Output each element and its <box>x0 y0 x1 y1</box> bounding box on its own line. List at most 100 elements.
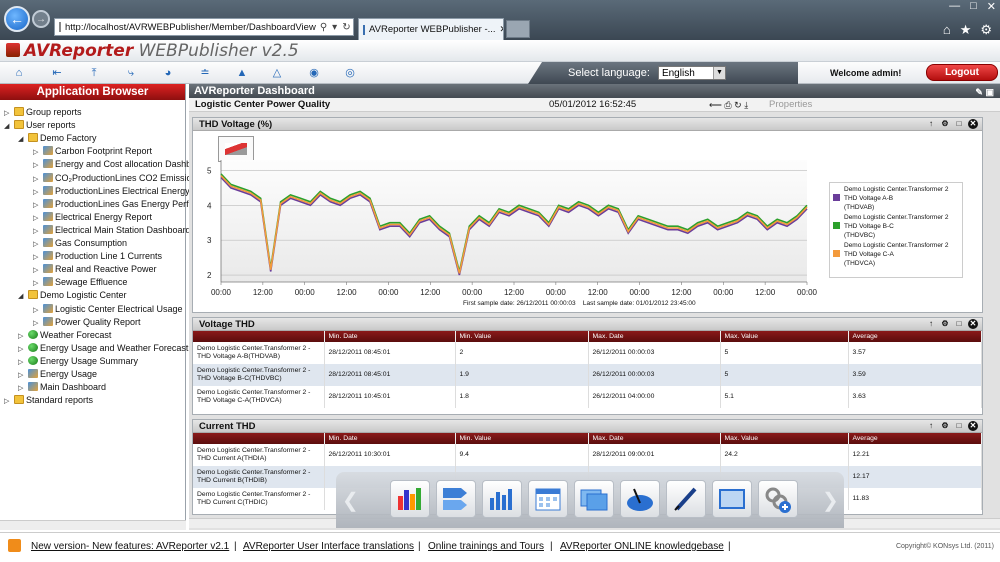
back-arrow-icon[interactable]: ⟵ <box>709 100 722 110</box>
save-icon[interactable]: ▣ <box>985 87 994 97</box>
column-header[interactable]: Max. Date <box>588 331 721 342</box>
expand-arrow-icon[interactable]: ▷ <box>33 317 43 329</box>
footer-link-new-version[interactable]: New version- New features: AVReporter v2… <box>31 541 229 552</box>
up-icon[interactable]: ↑ <box>926 319 936 329</box>
dropdown-icon[interactable]: ▾ <box>332 22 337 33</box>
edit-icon[interactable]: ✎ <box>975 87 983 97</box>
refresh-icon[interactable]: ↻ <box>342 22 350 33</box>
expand-arrow-icon[interactable]: ▷ <box>18 369 28 381</box>
expand-arrow-icon[interactable]: ▷ <box>33 173 43 185</box>
pie-chart-icon[interactable]: ◕ <box>161 66 175 80</box>
link-icon[interactable]: ⤷ <box>124 66 138 80</box>
globe-icon[interactable]: ◎ <box>343 66 357 80</box>
gear-icon[interactable]: ⚙ <box>980 22 992 38</box>
maximize-icon[interactable]: □ <box>970 0 977 13</box>
collapse-arrow-icon[interactable]: ◢ <box>18 290 28 302</box>
settings-icon[interactable]: ⚙ <box>940 421 950 431</box>
column-header[interactable]: Min. Value <box>455 331 589 342</box>
sidebar-item[interactable]: ◢ Demo Factory <box>18 132 204 145</box>
sidebar-item[interactable]: ▷ Main Dashboard <box>18 381 204 394</box>
expand-arrow-icon[interactable]: ▷ <box>18 382 28 394</box>
add-link-widget-icon[interactable] <box>758 480 798 518</box>
download-icon[interactable]: ⤓ <box>744 100 748 110</box>
image-widget-icon[interactable] <box>574 480 614 518</box>
pen-widget-icon[interactable] <box>666 480 706 518</box>
column-header[interactable] <box>193 331 325 342</box>
network-icon[interactable]: △ <box>270 66 284 80</box>
footer-link-knowledgebase[interactable]: AVReporter ONLINE knowledgebase <box>560 541 724 552</box>
home-icon[interactable]: ⌂ <box>12 66 26 80</box>
settings-icon[interactable]: ⚙ <box>940 319 950 329</box>
collapse-arrow-icon[interactable]: ◢ <box>18 133 28 145</box>
expand-arrow-icon[interactable]: ▷ <box>33 159 43 171</box>
logout-button[interactable]: Logout <box>926 64 998 81</box>
sidebar-scrollbar[interactable] <box>0 520 186 530</box>
expand-arrow-icon[interactable]: ▷ <box>4 107 14 119</box>
calibrate-icon[interactable]: ≐ <box>198 66 212 80</box>
sidebar-item[interactable]: ▷ Energy Usage and Weather Forecast <box>18 342 204 355</box>
column-header[interactable]: Average <box>848 433 982 444</box>
properties-button[interactable]: Properties <box>769 98 812 112</box>
expand-arrow-icon[interactable]: ▷ <box>33 146 43 158</box>
close-window-icon[interactable]: ✕ <box>987 0 996 13</box>
layers-widget-icon[interactable] <box>436 480 476 518</box>
column-header[interactable]: Min. Date <box>324 331 456 342</box>
address-bar[interactable]: http://localhost/AVRWEBPublisher/Member/… <box>54 18 354 36</box>
equalizer-widget-icon[interactable] <box>482 480 522 518</box>
dock-prev-arrow-icon[interactable]: ❮ <box>342 488 359 513</box>
expand-arrow-icon[interactable]: ▷ <box>33 199 43 211</box>
rss-icon[interactable] <box>8 539 21 552</box>
column-header[interactable]: Max. Date <box>588 433 721 444</box>
close-icon[interactable]: ✕ <box>968 319 978 329</box>
calendar-widget-icon[interactable] <box>528 480 568 518</box>
sidebar-item[interactable]: ▷ Energy Usage <box>18 368 204 381</box>
up-icon[interactable]: ↑ <box>926 421 936 431</box>
column-header[interactable]: Min. Value <box>455 433 589 444</box>
close-icon[interactable]: ✕ <box>968 119 978 129</box>
dock-next-arrow-icon[interactable]: ❯ <box>822 488 839 513</box>
sidebar-item[interactable]: ▷ Weather Forecast <box>18 329 204 342</box>
refresh-icon[interactable]: ↻ <box>734 100 742 110</box>
close-icon[interactable]: ✕ <box>968 421 978 431</box>
new-tab-button[interactable] <box>506 20 530 38</box>
expand-arrow-icon[interactable]: ▷ <box>18 356 28 368</box>
column-header[interactable] <box>193 433 325 444</box>
home-icon[interactable]: ⌂ <box>943 22 951 38</box>
sidebar-item[interactable]: ▷ Standard reports <box>4 394 190 407</box>
sidebar-item[interactable]: ▷ Group reports <box>4 106 190 119</box>
window-widget-icon[interactable] <box>712 480 752 518</box>
favorites-star-icon[interactable]: ★ <box>960 22 972 38</box>
gauge-widget-icon[interactable] <box>620 480 660 518</box>
expand-arrow-icon[interactable]: ▷ <box>4 395 14 407</box>
browser-tab[interactable]: AVReporter WEBPublisher -... ✕ <box>358 18 504 40</box>
expand-arrow-icon[interactable]: ▷ <box>33 238 43 250</box>
expand-arrow-icon[interactable]: ▷ <box>33 264 43 276</box>
import-icon[interactable]: ⇤ <box>50 66 64 80</box>
footer-link-trainings[interactable]: Online trainings and Tours <box>428 541 544 552</box>
column-header[interactable]: Max. Value <box>720 433 849 444</box>
minimize-icon[interactable]: — <box>949 0 960 13</box>
maximize-icon[interactable]: □ <box>954 319 964 329</box>
expand-arrow-icon[interactable]: ▷ <box>33 304 43 316</box>
search-icon[interactable]: ⚲ <box>320 22 327 33</box>
expand-arrow-icon[interactable]: ▷ <box>33 225 43 237</box>
forward-button[interactable]: → <box>32 10 50 28</box>
column-header[interactable]: Average <box>848 331 982 342</box>
expand-arrow-icon[interactable]: ▷ <box>18 330 28 342</box>
sidebar-item[interactable]: ◢ User reports <box>4 119 190 132</box>
maximize-icon[interactable]: □ <box>954 119 964 129</box>
expand-arrow-icon[interactable]: ▷ <box>18 343 28 355</box>
up-icon[interactable]: ↑ <box>926 119 936 129</box>
settings-icon[interactable]: ⚙ <box>940 119 950 129</box>
bar-chart-widget-icon[interactable] <box>390 480 430 518</box>
expand-arrow-icon[interactable]: ▷ <box>33 277 43 289</box>
back-button[interactable]: ← <box>4 6 30 32</box>
expand-arrow-icon[interactable]: ▷ <box>33 186 43 198</box>
maximize-icon[interactable]: □ <box>954 421 964 431</box>
sidebar-item[interactable]: ◢ Demo Logistic Center <box>18 289 204 302</box>
expand-arrow-icon[interactable]: ▷ <box>33 251 43 263</box>
globe-settings-icon[interactable]: ◉ <box>307 66 321 80</box>
people-icon[interactable]: ▲ <box>235 66 249 80</box>
column-header[interactable]: Min. Date <box>324 433 456 444</box>
collapse-arrow-icon[interactable]: ◢ <box>4 120 14 132</box>
